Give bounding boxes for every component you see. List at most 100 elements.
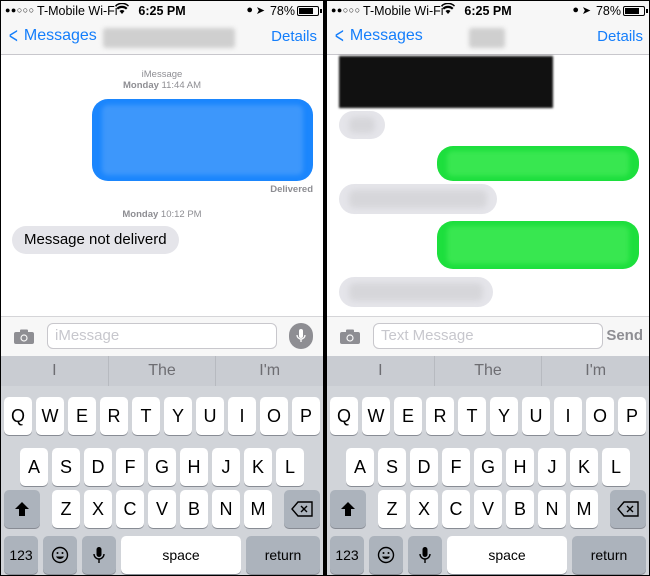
key-g[interactable]: G <box>148 448 176 486</box>
key-a[interactable]: A <box>20 448 48 486</box>
incoming-message-bubble[interactable] <box>339 277 493 307</box>
key-f[interactable]: F <box>116 448 144 486</box>
key-m[interactable]: M <box>244 490 272 528</box>
return-key[interactable]: return <box>246 536 320 574</box>
dictation-key[interactable] <box>408 536 442 574</box>
key-v[interactable]: V <box>474 490 502 528</box>
incoming-message-bubble[interactable]: Message not deliverd <box>12 226 179 254</box>
details-button[interactable]: Details <box>597 28 643 45</box>
prediction-item[interactable]: The <box>109 356 217 386</box>
shift-key[interactable] <box>4 490 40 528</box>
redacted-message-content <box>349 190 487 208</box>
key-r[interactable]: R <box>426 397 454 435</box>
numbers-key[interactable]: 123 <box>4 536 38 574</box>
key-s[interactable]: S <box>378 448 406 486</box>
delete-key[interactable] <box>610 490 646 528</box>
key-r[interactable]: R <box>100 397 128 435</box>
key-i[interactable]: I <box>228 397 256 435</box>
camera-icon[interactable] <box>13 329 35 345</box>
incoming-message-bubble[interactable] <box>339 184 497 214</box>
prediction-item[interactable]: I <box>327 356 435 386</box>
prediction-item[interactable]: I'm <box>542 356 649 386</box>
key-p[interactable]: P <box>292 397 320 435</box>
status-bar: ●●○○○ T-Mobile Wi-Fi 6:25 PM ● ➤ 78% <box>1 1 323 21</box>
key-k[interactable]: K <box>570 448 598 486</box>
key-b[interactable]: B <box>506 490 534 528</box>
key-y[interactable]: Y <box>164 397 192 435</box>
key-g[interactable]: G <box>474 448 502 486</box>
dictation-key[interactable] <box>82 536 116 574</box>
key-e[interactable]: E <box>68 397 96 435</box>
key-x[interactable]: X <box>84 490 112 528</box>
key-t[interactable]: T <box>132 397 160 435</box>
key-j[interactable]: J <box>212 448 240 486</box>
key-d[interactable]: D <box>410 448 438 486</box>
key-c[interactable]: C <box>116 490 144 528</box>
redacted-message-content <box>349 283 483 301</box>
emoji-key[interactable] <box>43 536 77 574</box>
shift-key[interactable] <box>330 490 366 528</box>
key-n[interactable]: N <box>538 490 566 528</box>
compose-bar: iMessage <box>1 316 323 356</box>
key-z[interactable]: Z <box>52 490 80 528</box>
outgoing-message-bubble[interactable] <box>92 99 313 181</box>
key-v[interactable]: V <box>148 490 176 528</box>
key-c[interactable]: C <box>442 490 470 528</box>
outgoing-message-bubble[interactable] <box>437 146 639 181</box>
key-e[interactable]: E <box>394 397 422 435</box>
contact-name-redacted[interactable] <box>103 28 235 48</box>
key-o[interactable]: O <box>260 397 288 435</box>
key-h[interactable]: H <box>180 448 208 486</box>
key-b[interactable]: B <box>180 490 208 528</box>
key-i[interactable]: I <box>554 397 582 435</box>
key-u[interactable]: U <box>196 397 224 435</box>
key-o[interactable]: O <box>586 397 614 435</box>
prediction-item[interactable]: The <box>435 356 543 386</box>
key-t[interactable]: T <box>458 397 486 435</box>
key-z[interactable]: Z <box>378 490 406 528</box>
key-l[interactable]: L <box>602 448 630 486</box>
incoming-message-bubble[interactable] <box>339 111 385 139</box>
numbers-key[interactable]: 123 <box>330 536 364 574</box>
contact-name-redacted[interactable] <box>469 28 505 48</box>
key-u[interactable]: U <box>522 397 550 435</box>
key-y[interactable]: Y <box>490 397 518 435</box>
predictive-bar: I The I'm <box>327 356 649 386</box>
key-w[interactable]: W <box>36 397 64 435</box>
keyboard: I The I'm Q W E R T Y U I O P A S D F G H J K L Z X C V B N M 123 s… <box>1 356 323 575</box>
microphone-icon[interactable] <box>289 323 313 349</box>
chevron-left-icon: < <box>334 23 344 48</box>
space-key[interactable]: space <box>447 536 567 574</box>
key-a[interactable]: A <box>346 448 374 486</box>
delete-key[interactable] <box>284 490 320 528</box>
back-label: Messages <box>23 27 97 44</box>
key-n[interactable]: N <box>212 490 240 528</box>
space-key[interactable]: space <box>121 536 241 574</box>
message-input[interactable]: iMessage <box>47 323 277 349</box>
phone-screen-imessage: ●●○○○ T-Mobile Wi-Fi 6:25 PM ● ➤ 78% < M… <box>1 1 323 575</box>
key-w[interactable]: W <box>362 397 390 435</box>
return-key[interactable]: return <box>572 536 646 574</box>
back-button[interactable]: < Messages <box>7 25 97 47</box>
key-m[interactable]: M <box>570 490 598 528</box>
key-s[interactable]: S <box>52 448 80 486</box>
key-f[interactable]: F <box>442 448 470 486</box>
key-h[interactable]: H <box>506 448 534 486</box>
prediction-item[interactable]: I <box>1 356 109 386</box>
send-button[interactable]: Send <box>606 327 643 344</box>
key-x[interactable]: X <box>410 490 438 528</box>
emoji-key[interactable] <box>369 536 403 574</box>
key-q[interactable]: Q <box>330 397 358 435</box>
key-d[interactable]: D <box>84 448 112 486</box>
key-p[interactable]: P <box>618 397 646 435</box>
details-button[interactable]: Details <box>271 28 317 45</box>
prediction-item[interactable]: I'm <box>216 356 323 386</box>
outgoing-message-bubble[interactable] <box>437 221 639 269</box>
key-j[interactable]: J <box>538 448 566 486</box>
key-q[interactable]: Q <box>4 397 32 435</box>
key-l[interactable]: L <box>276 448 304 486</box>
message-input[interactable]: Text Message <box>373 323 603 349</box>
key-k[interactable]: K <box>244 448 272 486</box>
camera-icon[interactable] <box>339 329 361 345</box>
back-button[interactable]: < Messages <box>333 23 423 48</box>
